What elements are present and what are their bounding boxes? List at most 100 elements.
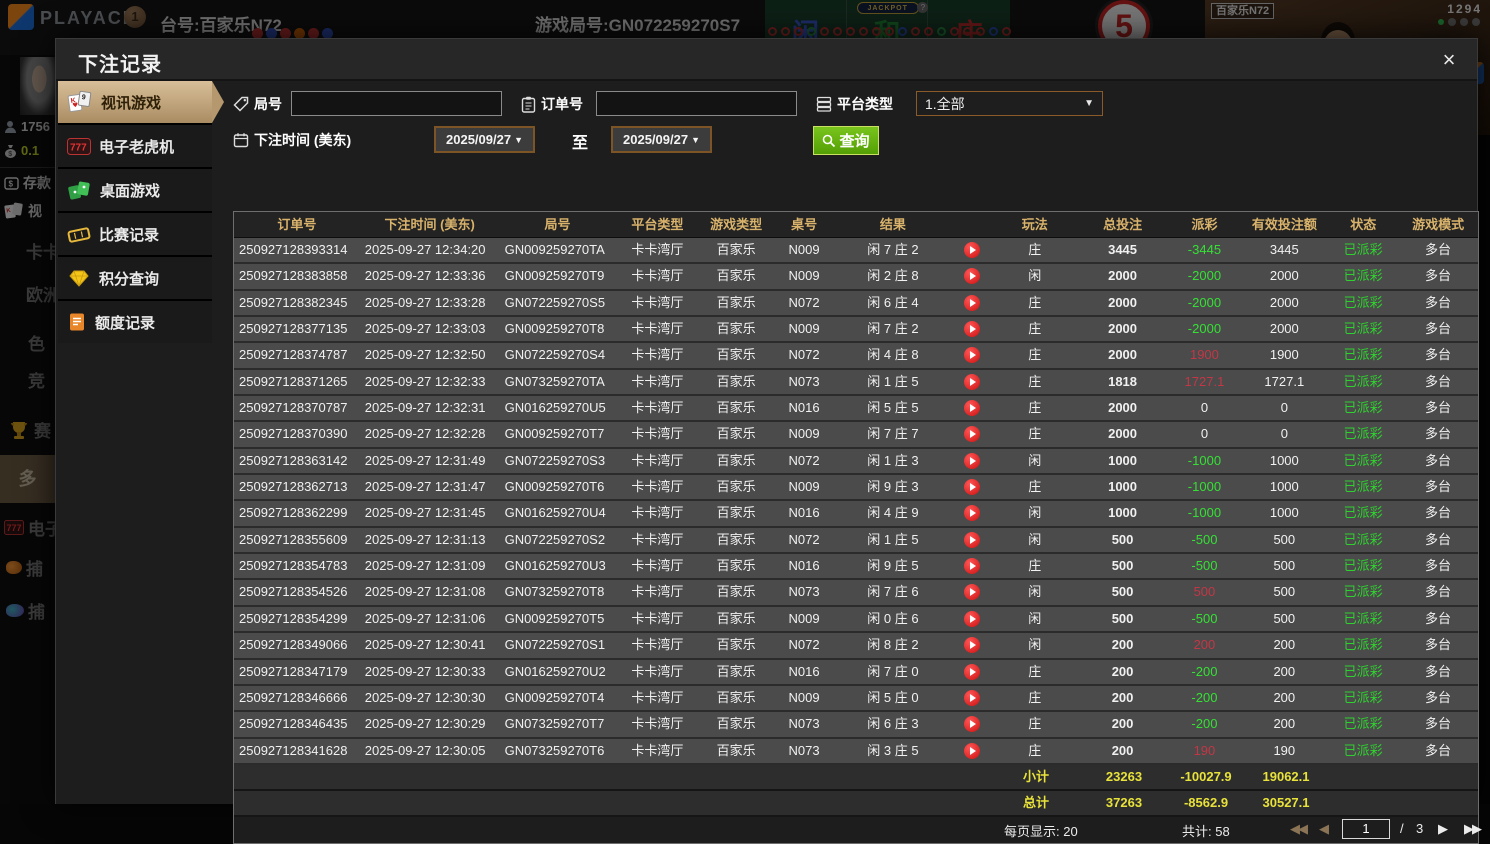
cell-table-no: N016 <box>773 396 835 420</box>
first-page-icon[interactable]: ◀◀ <box>1290 821 1306 837</box>
cell-game-type: 百家乐 <box>699 686 773 710</box>
cell-order-id: 250927128362713 <box>234 475 360 499</box>
tab-match-records[interactable]: 比赛记录 <box>58 213 212 255</box>
table-row: 250927128363142 2025-09-27 12:31:49 GN07… <box>234 449 1478 475</box>
cell-total-bet: 500 <box>1077 528 1169 552</box>
cell-total-bet: 200 <box>1077 712 1169 736</box>
play-icon[interactable] <box>964 505 980 521</box>
grand-total-valid-bet: 30527.1 <box>1242 791 1330 815</box>
cell-replay <box>951 291 993 315</box>
cell-game-type: 百家乐 <box>699 422 773 446</box>
order-input[interactable] <box>596 91 797 116</box>
cell-order-id: 250927128383858 <box>234 264 360 288</box>
play-icon[interactable] <box>964 268 980 284</box>
cell-total-bet: 1000 <box>1077 501 1169 525</box>
search-button[interactable]: 查询 <box>813 126 879 155</box>
cell-bet-time: 2025-09-27 12:30:30 <box>360 686 500 710</box>
tab-table-games[interactable]: 桌面游戏 <box>58 169 212 211</box>
cell-platform: 卡卡湾厅 <box>615 528 699 552</box>
cell-order-id: 250927128354526 <box>234 580 360 604</box>
cell-replay <box>951 712 993 736</box>
play-icon[interactable] <box>964 347 980 363</box>
cell-order-id: 250927128393314 <box>234 238 360 262</box>
page-number-input[interactable] <box>1342 819 1390 839</box>
cell-play-type: 闲 <box>993 528 1077 552</box>
play-icon[interactable] <box>964 532 980 548</box>
tab-video-games[interactable]: K 9 视讯游戏 <box>58 81 212 123</box>
cell-valid-bet: 500 <box>1240 528 1328 552</box>
cell-platform: 卡卡湾厅 <box>615 712 699 736</box>
platform-select[interactable]: 1.全部 ▼ <box>916 91 1103 116</box>
play-icon[interactable] <box>964 453 980 469</box>
play-icon[interactable] <box>964 321 980 337</box>
cell-total-bet: 1000 <box>1077 449 1169 473</box>
cell-play-type: 庄 <box>993 396 1077 420</box>
play-icon[interactable] <box>964 558 980 574</box>
cell-order-id: 250927128347179 <box>234 660 360 684</box>
cell-play-type: 庄 <box>993 554 1077 578</box>
table-row: 250927128354299 2025-09-27 12:31:06 GN00… <box>234 607 1478 633</box>
cell-game-mode: 多台 <box>1398 291 1478 315</box>
cell-payout: -200 <box>1168 686 1240 710</box>
subtotal-label: 小计 <box>994 765 1078 789</box>
cell-play-type: 庄 <box>993 660 1077 684</box>
cell-game-type: 百家乐 <box>699 660 773 684</box>
cell-total-bet: 500 <box>1077 607 1169 631</box>
cell-total-bet: 2000 <box>1077 264 1169 288</box>
prev-page-icon[interactable]: ◀ <box>1319 821 1327 837</box>
cell-payout: 1900 <box>1168 343 1240 367</box>
play-icon[interactable] <box>964 479 980 495</box>
cell-order-id: 250927128371265 <box>234 370 360 394</box>
subtotal-valid-bet: 19062.1 <box>1242 765 1330 789</box>
cell-valid-bet: 500 <box>1240 580 1328 604</box>
play-icon[interactable] <box>964 743 980 759</box>
cell-platform: 卡卡湾厅 <box>615 238 699 262</box>
cell-total-bet: 2000 <box>1077 422 1169 446</box>
cell-game-type: 百家乐 <box>699 501 773 525</box>
play-icon[interactable] <box>964 716 980 732</box>
ticket-icon <box>67 225 91 244</box>
cell-valid-bet: 0 <box>1240 422 1328 446</box>
tab-quota-records[interactable]: 额度记录 <box>58 301 212 343</box>
play-icon[interactable] <box>964 690 980 706</box>
cell-table-no: N072 <box>773 528 835 552</box>
play-icon[interactable] <box>964 584 980 600</box>
modal-titlebar: 下注记录 × <box>56 39 1477 81</box>
play-icon[interactable] <box>964 374 980 390</box>
cell-total-bet: 1000 <box>1077 475 1169 499</box>
cell-game-mode: 多台 <box>1398 396 1478 420</box>
play-icon[interactable] <box>964 664 980 680</box>
cell-total-bet: 2000 <box>1077 317 1169 341</box>
cell-status: 已派彩 <box>1328 712 1398 736</box>
close-icon[interactable]: × <box>1435 46 1463 74</box>
tab-slot-machines[interactable]: 777 电子老虎机 <box>58 125 212 167</box>
next-page-icon[interactable]: ▶ <box>1438 821 1446 837</box>
tab-label: 电子老虎机 <box>99 136 174 157</box>
cell-replay <box>951 264 993 288</box>
play-icon[interactable] <box>964 400 980 416</box>
header-replay <box>951 212 993 237</box>
cell-status: 已派彩 <box>1328 739 1398 763</box>
date-from-picker[interactable]: 2025/09/27 ▼ <box>434 126 535 153</box>
cell-game-mode: 多台 <box>1398 712 1478 736</box>
date-to-picker[interactable]: 2025/09/27 ▼ <box>611 126 712 153</box>
cell-total-bet: 200 <box>1077 633 1169 657</box>
play-icon[interactable] <box>964 426 980 442</box>
last-page-icon[interactable]: ▶▶ <box>1464 821 1480 837</box>
play-icon[interactable] <box>964 611 980 627</box>
play-icon[interactable] <box>964 295 980 311</box>
play-icon[interactable] <box>964 242 980 258</box>
chevron-down-icon: ▼ <box>514 135 523 145</box>
round-input[interactable] <box>291 91 502 116</box>
cell-valid-bet: 190 <box>1240 739 1328 763</box>
document-icon <box>67 312 87 332</box>
cell-valid-bet: 2000 <box>1240 291 1328 315</box>
cell-result: 闲 7 庄 7 <box>835 422 951 446</box>
cell-valid-bet: 200 <box>1240 712 1328 736</box>
table-row: 250927128341628 2025-09-27 12:30:05 GN07… <box>234 739 1478 765</box>
cell-table-no: N073 <box>773 712 835 736</box>
play-icon[interactable] <box>964 637 980 653</box>
header-valid-bet: 有效投注额 <box>1240 212 1328 237</box>
tab-points-inquiry[interactable]: 积分查询 <box>58 257 212 299</box>
cell-status: 已派彩 <box>1328 607 1398 631</box>
